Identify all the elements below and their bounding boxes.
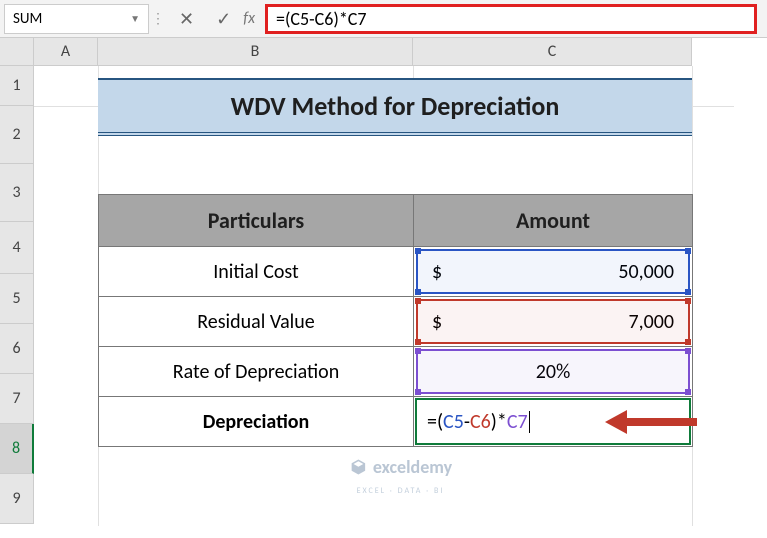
row-header-1[interactable]: 1 [0,66,34,106]
name-box[interactable]: SUM ▼ [4,4,149,34]
cell-c7[interactable]: 20% [414,347,693,397]
enter-icon[interactable]: ✓ [216,8,231,30]
col-header-c[interactable]: C [413,38,692,66]
cell-b6[interactable]: Residual Value [99,297,414,347]
watermark-tag: EXCEL · DATA · BI [357,486,445,496]
cell-c6[interactable]: $ 7,000 [414,297,693,347]
separator: ⋮ [149,10,167,27]
formula-bar-input[interactable]: =(C5-C6)*C7 [265,4,757,34]
col-header-a[interactable]: A [34,38,98,66]
formula-bar-text: =(C5-C6)*C7 [276,8,367,30]
cell-c5[interactable]: $ 50,000 [414,247,693,297]
header-amount: Amount [414,195,693,247]
cell-c8[interactable]: =(C5-C6)*C7 [414,397,693,447]
table-row: Residual Value $ 7,000 [99,297,693,347]
fx-icon[interactable]: fx [243,9,255,28]
formula-ref-c5: C5 [443,410,464,434]
table-row: Initial Cost $ 50,000 [99,247,693,297]
row-header-6[interactable]: 6 [0,324,34,374]
watermark-brand: exceldemy [373,456,452,478]
formula-ref-c7: C7 [507,410,528,434]
editing-formula-cell[interactable]: =(C5-C6)*C7 [415,398,691,445]
watermark-icon [349,458,367,476]
table-row: Rate of Depreciation 20% [99,347,693,397]
row-header-2[interactable]: 2 [0,106,34,164]
amount-value: 7,000 [628,310,674,334]
sheet-title: WDV Method for Depreciation [98,78,692,136]
currency-symbol: $ [432,260,442,284]
formula-bar-row: SUM ▼ ⋮ ✕ ✓ fx =(C5-C6)*C7 [0,0,767,38]
depreciation-table: Particulars Amount Initial Cost $ 50,000… [98,194,693,447]
watermark: exceldemy EXCEL · DATA · BI [349,456,452,496]
cancel-icon[interactable]: ✕ [179,8,194,30]
name-box-value: SUM [13,10,42,28]
table-row: Depreciation =(C5-C6)*C7 [99,397,693,447]
header-particulars: Particulars [99,195,414,247]
text-cursor [529,411,530,433]
row-header-7[interactable]: 7 [0,374,34,424]
currency-symbol: $ [432,310,442,334]
col-header-b[interactable]: B [98,38,413,66]
row-header-4[interactable]: 4 [0,222,34,274]
cell-b7[interactable]: Rate of Depreciation [99,347,414,397]
column-headers: A B C [34,38,767,66]
cell-b8[interactable]: Depreciation [99,397,414,447]
formula-mul: * [497,410,507,434]
cells-area[interactable]: A B C WDV Method for Depreciation Partic… [34,38,767,538]
row-header-8[interactable]: 8 [0,424,34,474]
row-headers-col: 1 2 3 4 5 6 7 8 9 [0,38,34,538]
table-header-row: Particulars Amount [99,195,693,247]
formula-ref-c6: C6 [470,410,491,434]
row-header-5[interactable]: 5 [0,274,34,324]
spreadsheet-grid: 1 2 3 4 5 6 7 8 9 A B C WDV Method for D… [0,38,767,538]
row-header-3[interactable]: 3 [0,164,34,222]
row-header-9[interactable]: 9 [0,474,34,524]
cell-b5[interactable]: Initial Cost [99,247,414,297]
amount-value: 50,000 [618,260,674,284]
sheet-content: WDV Method for Depreciation Particulars … [98,78,693,447]
formula-eq: = [427,410,437,434]
formula-buttons: ✕ ✓ [167,8,243,30]
select-all-corner[interactable] [0,38,34,66]
name-box-dropdown-icon[interactable]: ▼ [130,12,140,25]
amount-value: 20% [536,360,571,384]
